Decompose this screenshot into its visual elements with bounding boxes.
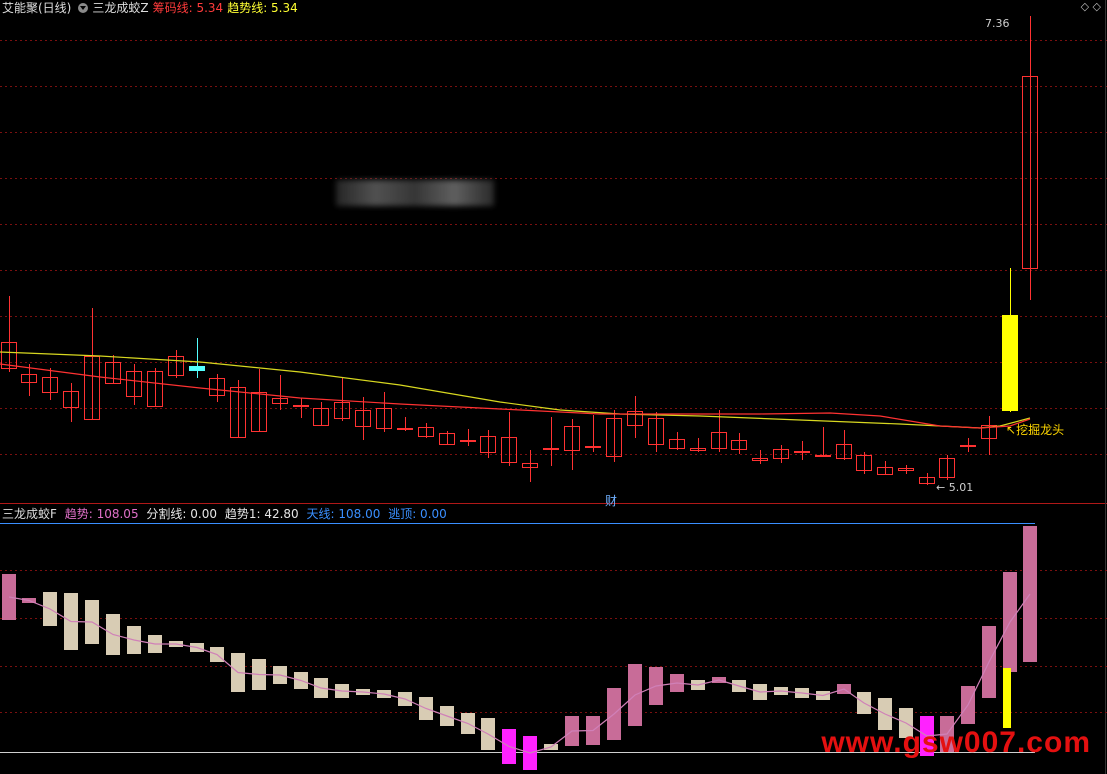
watermark: www.gsw007.com: [821, 726, 1091, 759]
signal-label: ↖挖掘龙头: [1006, 423, 1065, 437]
blurred-overlay: [336, 180, 494, 206]
bottom-panel-header: 三龙成蛟F 趋势: 108.05 分割线: 0.00 趋势1: 42.80 天线…: [2, 506, 451, 522]
up-candle: [397, 428, 413, 430]
dropdown-circle-icon[interactable]: [78, 3, 89, 13]
panel-corner-icons[interactable]: ◇ ◇: [1081, 0, 1101, 13]
up-candle: [794, 451, 810, 453]
high-price-label: 7.36: [985, 17, 1010, 30]
finance-marker[interactable]: 财: [605, 492, 617, 509]
low-price-label: ← 5.01: [936, 481, 974, 494]
up-candle: [460, 440, 476, 442]
signal-candle: [1002, 315, 1018, 411]
legend-split: 分割线: 0.00: [146, 507, 217, 521]
stock-title[interactable]: 艾能聚(日线): [2, 1, 71, 15]
up-candle: [585, 446, 601, 448]
signal-bar-bottom: [1003, 668, 1011, 728]
legend-trend-line: 趋势线: 5.34: [227, 1, 298, 15]
signal-label-text: 挖掘龙头: [1016, 423, 1065, 437]
chart-canvas[interactable]: [0, 0, 1107, 774]
trend-line: [0, 351, 1031, 429]
down-candle: [189, 366, 205, 371]
low-price-value: 5.01: [948, 481, 974, 494]
up-candle: [960, 445, 976, 447]
legend-sky: 天线: 108.00: [306, 507, 381, 521]
up-candle: [815, 455, 831, 457]
stock-chart-window: 艾能聚(日线) 三龙成蛟Z 筹码线: 5.34 趋势线: 5.34 ◇ ◇ 7.36 …: [0, 0, 1107, 774]
legend-chip-line: 筹码线: 5.34: [152, 1, 224, 15]
top-panel-header: 艾能聚(日线) 三龙成蛟Z 筹码线: 5.34 趋势线: 5.34: [2, 0, 302, 16]
legend-trend1: 趋势1: 42.80: [224, 507, 299, 521]
chip-line: [0, 363, 1031, 429]
legend-escape: 逃顶: 0.00: [388, 507, 447, 521]
legend-trend: 趋势: 108.05: [64, 507, 139, 521]
sub-indicator-name[interactable]: 三龙成蛟F: [2, 507, 57, 521]
up-candle: [293, 405, 309, 407]
indicator-name[interactable]: 三龙成蛟Z: [92, 1, 148, 15]
up-candle: [543, 448, 559, 450]
